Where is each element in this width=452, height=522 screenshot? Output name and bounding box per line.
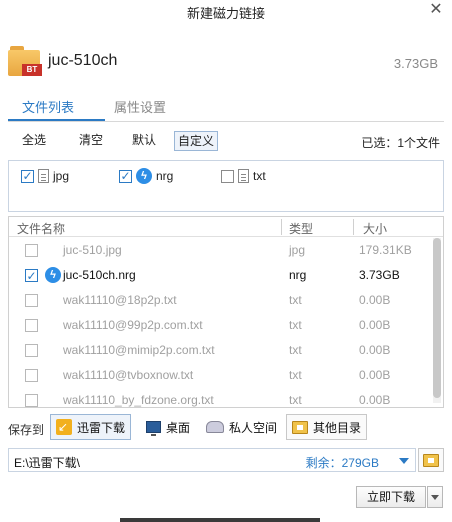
tab-file-list[interactable]: 文件列表	[22, 100, 74, 116]
table-row[interactable]: ϟ juc-510ch.nrg nrg 3.73GB	[9, 263, 433, 288]
file-type: nrg	[289, 268, 307, 282]
row-checkbox[interactable]	[25, 319, 38, 332]
save-location-label: 其他目录	[313, 420, 362, 435]
txt-checkbox[interactable]	[221, 169, 234, 183]
task-name: juc-510ch	[48, 52, 118, 69]
row-checkbox[interactable]	[25, 344, 38, 357]
save-location-label: 迅雷下载	[77, 420, 126, 435]
file-type: txt	[289, 393, 302, 407]
row-checkbox[interactable]	[25, 244, 38, 257]
save-private-space-button[interactable]: 私人空间	[200, 414, 283, 440]
table-header: 文件名称 类型 大小	[9, 217, 443, 237]
nrg-checkbox[interactable]	[119, 169, 132, 183]
desktop-icon	[146, 421, 161, 436]
table-row[interactable]: wak11110@mimip2p.com.txt txt 0.00B	[9, 338, 433, 363]
selected-count: 已选：1个文件	[361, 136, 440, 150]
file-type: txt	[289, 293, 302, 307]
download-options-chevron-icon[interactable]	[427, 486, 443, 508]
row-checkbox[interactable]	[25, 369, 38, 382]
column-header-name[interactable]: 文件名称	[17, 220, 65, 237]
window-title: 新建磁力链接	[186, 6, 265, 21]
free-space: 剩余：279GB	[305, 456, 379, 470]
document-icon	[238, 169, 249, 183]
file-size: 0.00B	[359, 318, 391, 332]
close-icon[interactable]: ✕	[428, 2, 444, 18]
active-tab-indicator	[8, 119, 105, 121]
file-table: 文件名称 类型 大小 juc-510.jpg jpg 179.31KB ϟ ju…	[8, 216, 444, 408]
xunlei-icon: ϟ	[45, 267, 61, 283]
tab-properties[interactable]: 属性设置	[114, 100, 166, 116]
column-header-type[interactable]: 类型	[289, 220, 313, 237]
file-type: txt	[289, 368, 302, 382]
download-now-button[interactable]: 立即下载	[356, 486, 426, 508]
type-filter-jpg[interactable]: jpg	[21, 167, 69, 185]
custom-button[interactable]: 自定义	[174, 131, 219, 151]
row-checkbox[interactable]	[25, 294, 38, 307]
default-button[interactable]: 默认	[130, 131, 158, 151]
type-label: txt	[253, 169, 266, 183]
row-checkbox[interactable]	[25, 394, 38, 407]
type-filter-txt[interactable]: txt	[221, 167, 266, 185]
file-type: txt	[289, 318, 302, 332]
xunlei-icon: ϟ	[136, 168, 152, 184]
bt-file-icon: BT	[8, 46, 42, 78]
file-size: 0.00B	[359, 293, 391, 307]
save-location-label: 桌面	[166, 420, 191, 435]
file-size: 0.00B	[359, 368, 391, 382]
save-other-folder-button[interactable]: 其他目录	[286, 414, 368, 440]
table-row[interactable]: juc-510.jpg jpg 179.31KB	[9, 238, 433, 263]
file-name: juc-510.jpg	[63, 243, 122, 257]
save-path-input[interactable]: E:\迅雷下载\ 剩余：279GB	[8, 448, 416, 472]
chevron-down-icon[interactable]	[399, 458, 409, 464]
file-size: 3.73GB	[359, 268, 400, 282]
xunlei-download-icon	[56, 419, 72, 435]
bt-badge: BT	[22, 64, 42, 76]
folder-icon	[292, 420, 308, 434]
save-xunlei-download-button[interactable]: 迅雷下载	[50, 414, 132, 440]
jpg-checkbox[interactable]	[21, 169, 34, 183]
clear-button[interactable]: 清空	[77, 131, 105, 151]
scrollbar-thumb[interactable]	[433, 238, 441, 398]
total-size: 3.73GB	[393, 56, 438, 71]
file-type: jpg	[289, 243, 306, 257]
save-to-label: 保存到	[8, 423, 45, 437]
table-row[interactable]: wak11110_by_fdzone.org.txt txt 0.00B	[9, 388, 433, 407]
file-name: wak11110@99p2p.com.txt	[63, 318, 203, 332]
file-name: wak11110@tvboxnow.txt	[63, 368, 194, 382]
row-checkbox[interactable]	[25, 269, 38, 282]
file-name: juc-510ch.nrg	[63, 268, 136, 282]
table-scrollbar[interactable]	[433, 238, 441, 403]
file-size: 0.00B	[359, 393, 391, 407]
tab-divider	[8, 121, 444, 122]
column-header-size[interactable]: 大小	[363, 220, 387, 237]
file-size: 0.00B	[359, 343, 391, 357]
save-path-value: E:\迅雷下载\	[14, 456, 81, 470]
table-row[interactable]: wak11110@18p2p.txt txt 0.00B	[9, 288, 433, 313]
column-divider	[353, 219, 354, 235]
table-row[interactable]: wak11110@tvboxnow.txt txt 0.00B	[9, 363, 433, 388]
save-location-label: 私人空间	[229, 420, 278, 435]
type-label: nrg	[156, 169, 174, 183]
type-label: jpg	[53, 169, 70, 183]
file-type-filter: jpg ϟ nrg txt	[8, 160, 444, 212]
table-row[interactable]: wak11110@99p2p.com.txt txt 0.00B	[9, 313, 433, 338]
document-icon	[38, 169, 49, 183]
file-type: txt	[289, 343, 302, 357]
folder-icon	[423, 453, 439, 467]
browse-folder-button[interactable]	[418, 448, 444, 472]
select-all-button[interactable]: 全选	[20, 131, 48, 151]
file-name: wak11110_by_fdzone.org.txt	[63, 393, 214, 407]
save-desktop-button[interactable]: 桌面	[140, 414, 196, 440]
type-filter-nrg[interactable]: ϟ nrg	[119, 167, 173, 185]
file-name: wak11110@18p2p.txt	[63, 293, 177, 307]
file-size: 179.31KB	[359, 243, 412, 257]
private-space-icon	[206, 421, 224, 433]
file-name: wak11110@mimip2p.com.txt	[63, 343, 215, 357]
column-divider	[281, 219, 282, 235]
bottom-edge	[120, 518, 320, 522]
